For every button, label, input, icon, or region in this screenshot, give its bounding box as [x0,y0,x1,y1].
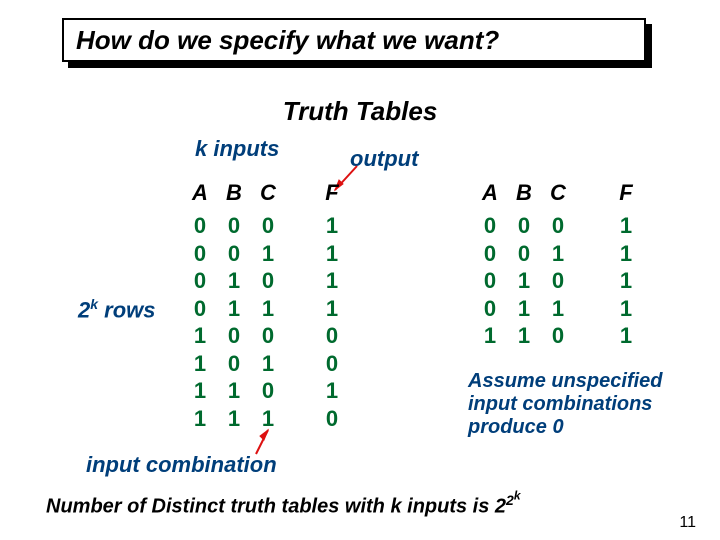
col-B: B [224,180,244,206]
table-row: 0 0 1 1 [480,240,636,268]
slide: How do we specify what we want? Truth Ta… [0,0,720,540]
table-row: 0 1 0 1 [480,267,636,295]
truth-table-right: A B C F 0 0 0 1 0 0 1 1 0 1 0 1 0 [480,180,636,350]
k-inputs-label: k inputs [195,136,279,162]
table-row: 1 1 0 1 [190,377,342,405]
col-B: B [514,180,534,206]
col-F: F [616,180,636,206]
table-row: 0 1 1 1 [190,295,342,323]
table-row: 0 0 1 1 [190,240,342,268]
table-row: 0 0 0 1 [190,212,342,240]
table-row: 0 0 0 1 [480,212,636,240]
truth-table-left: A B C F 0 0 0 1 0 0 1 1 0 1 0 1 0 [190,180,342,432]
rows-count-label: 2k rows [78,296,156,323]
table-row: 0 1 1 1 [480,295,636,323]
table-row: 1 1 0 1 [480,322,636,350]
subtitle: Truth Tables [0,96,720,127]
table-header: A B C F [190,180,342,206]
col-F: F [322,180,342,206]
slide-title: How do we specify what we want? [76,25,499,56]
col-A: A [480,180,500,206]
assume-note: Assume unspecified input combinations pr… [468,370,698,439]
input-combination-label: input combination [86,452,277,478]
table-row: 1 0 0 0 [190,322,342,350]
page-number: 11 [679,514,696,532]
col-A: A [190,180,210,206]
table-row: 1 0 1 0 [190,350,342,378]
bottom-statement: Number of Distinct truth tables with k i… [46,488,521,518]
col-C: C [548,180,568,206]
table-row: 0 1 0 1 [190,267,342,295]
title-box: How do we specify what we want? [62,18,646,62]
table-header: A B C F [480,180,636,206]
col-C: C [258,180,278,206]
